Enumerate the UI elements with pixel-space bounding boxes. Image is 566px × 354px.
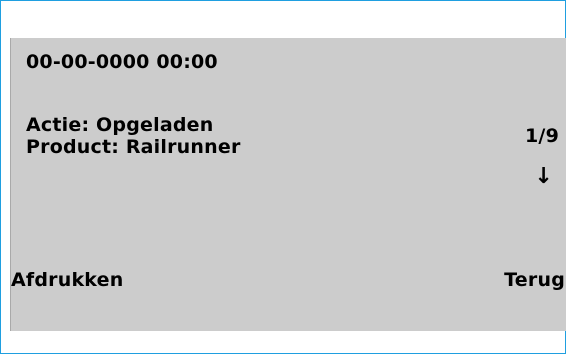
device-frame: 00-00-0000 00:00 Actie: Opgeladen Produc… — [0, 0, 566, 354]
product-line: Product: Railrunner — [26, 136, 241, 158]
action-line: Actie: Opgeladen — [26, 114, 214, 136]
datetime-display: 00-00-0000 00:00 — [26, 51, 218, 73]
back-softkey[interactable]: Terug — [504, 269, 565, 291]
scroll-down-arrow-icon[interactable]: ↓ — [534, 166, 553, 188]
lcd-screen: 00-00-0000 00:00 Actie: Opgeladen Produc… — [10, 38, 566, 331]
page-indicator: 1/9 — [525, 125, 559, 147]
print-softkey[interactable]: Afdrukken — [11, 269, 123, 291]
